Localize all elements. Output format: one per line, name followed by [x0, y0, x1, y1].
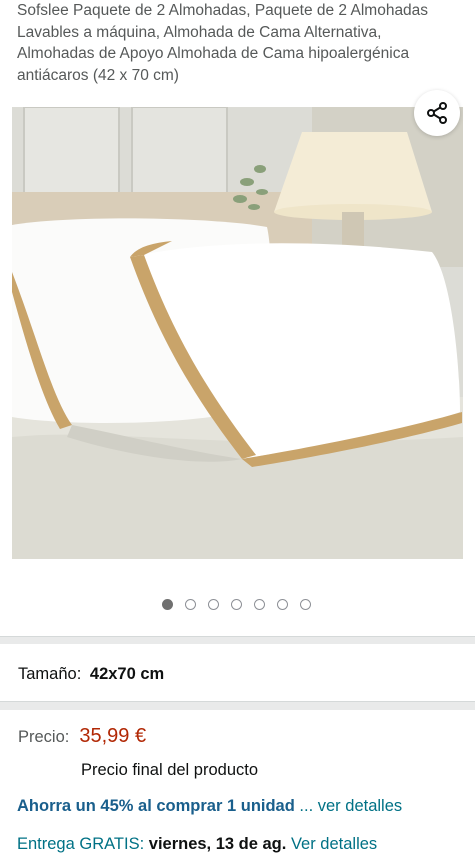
pager-dot[interactable] [254, 599, 265, 610]
share-button[interactable] [414, 90, 460, 136]
pager-dot[interactable] [231, 599, 242, 610]
free-delivery-label: Entrega GRATIS: [17, 835, 145, 853]
pager-dot[interactable] [277, 599, 288, 610]
savings-details-link[interactable]: ... ver detalles [299, 797, 402, 815]
product-image[interactable] [12, 107, 463, 559]
price-row: Precio: 35,99 € [18, 725, 146, 748]
price-value: 35,99 € [79, 725, 147, 747]
delivery-info: Entrega GRATIS: viernes, 13 de ag. Ver d… [17, 835, 377, 854]
size-value: 42x70 cm [89, 665, 165, 683]
pager-dot[interactable] [300, 599, 311, 610]
image-pager[interactable] [162, 599, 311, 610]
section-divider [0, 636, 475, 644]
section-divider [0, 701, 475, 710]
final-price-note: Precio final del producto [81, 761, 259, 779]
delivery-date: viernes, 13 de ag. [148, 835, 287, 853]
savings-text: Ahorra un 45% al comprar 1 unidad [17, 797, 295, 815]
delivery-details-link[interactable]: Ver detalles [291, 835, 377, 853]
pager-dot[interactable] [208, 599, 219, 610]
product-title: Sofslee Paquete de 2 Almohadas, Paquete … [17, 2, 429, 84]
savings-offer[interactable]: Ahorra un 45% al comprar 1 unidad ... ve… [17, 797, 402, 816]
price-label: Precio: [18, 728, 70, 746]
size-label: Tamaño: [18, 665, 82, 683]
size-selector[interactable]: Tamaño: 42x70 cm [18, 665, 164, 684]
share-icon [427, 102, 447, 124]
pager-dot[interactable] [162, 599, 173, 610]
pager-dot[interactable] [185, 599, 196, 610]
